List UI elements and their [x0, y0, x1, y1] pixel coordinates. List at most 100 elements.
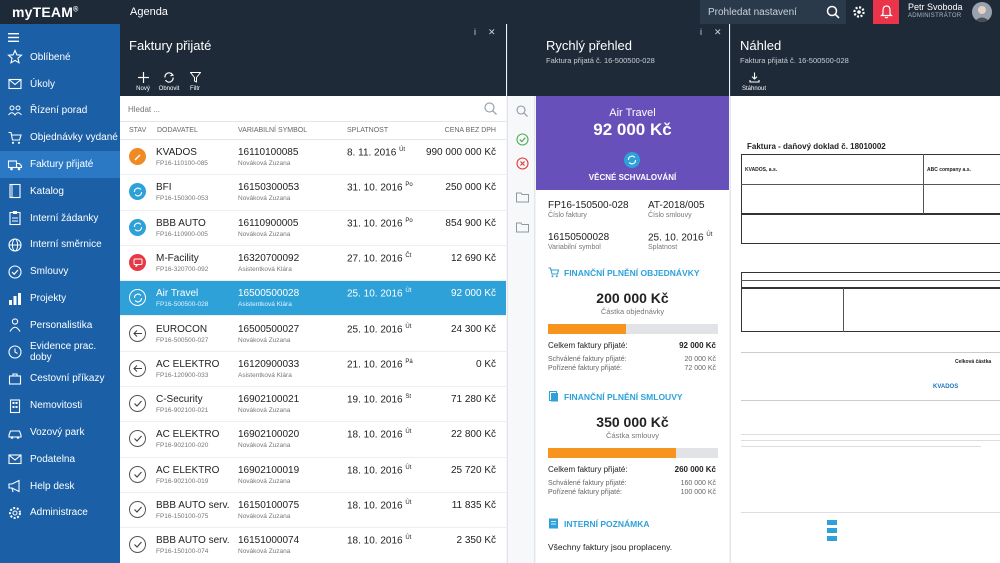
sidebar-item-label: Projekty	[30, 293, 67, 305]
row-due: 18. 10. 2016 Út	[347, 429, 412, 441]
doc-total-label: Celková částka	[955, 359, 992, 365]
doc-customer: ABC company a.s.	[927, 167, 971, 173]
table-row[interactable]: BBB AUTO FP16-110900-005 16110900005 Nováko…	[120, 211, 506, 246]
row-code: FP16-150300-053	[156, 195, 209, 203]
workflow-icon	[129, 183, 146, 201]
bell-icon[interactable]	[873, 0, 899, 24]
sidebar-item-podatelna[interactable]: Podatelna	[0, 446, 120, 473]
search-icon[interactable]	[484, 102, 497, 120]
row-vs: 16500500027	[238, 323, 300, 335]
sidebar-item-label: Řízení porad	[30, 105, 88, 117]
sidebar-item-personalistika[interactable]: Personalistika	[0, 312, 120, 339]
sidebar-item-faktury-prijate[interactable]: Faktury přijaté	[0, 151, 120, 178]
clipboard-icon	[7, 210, 23, 226]
meeting-icon	[7, 103, 23, 119]
download-button[interactable]: Stáhnout	[741, 72, 767, 92]
row-person: Nováková Zuzana	[238, 160, 291, 167]
row-price: 250 000 Kč	[445, 182, 496, 194]
table-row[interactable]: AC ELEKTRO FP16-120900-033 16120900033 Asis…	[120, 352, 506, 388]
sidebar-item-objednavky-vydane[interactable]: Objednávky vydané	[0, 124, 120, 151]
column-vs[interactable]: VARIABILNÍ SYMBOL	[238, 127, 307, 134]
table-row[interactable]: AC ELEKTRO FP16-902100-019 16902100019 Nová…	[120, 458, 506, 493]
sidebar-item-smlouvy[interactable]: Smlouvy	[0, 258, 120, 285]
sidebar-item-ukoly[interactable]: Úkoly	[0, 71, 120, 98]
column-status[interactable]: STAV	[129, 127, 146, 134]
info-icon[interactable]: i	[700, 27, 702, 37]
sidebar-item-nemovitosti[interactable]: Nemovitosti	[0, 392, 120, 419]
row-vs: 16110900005	[238, 217, 299, 229]
due-date: 25. 10. 2016 Út Splatnost	[648, 232, 713, 252]
filter-bar	[120, 96, 506, 122]
new-button[interactable]: Nový	[132, 72, 154, 92]
reject-icon[interactable]	[513, 154, 531, 172]
sidebar-item-rizeni-porad[interactable]: Řízení porad	[0, 98, 120, 125]
app-logo[interactable]: myTEAM®	[12, 4, 78, 20]
row-code: FP16-120900-033	[156, 371, 209, 379]
close-icon[interactable]: ✕	[714, 27, 722, 38]
app-title: Agenda	[130, 6, 168, 18]
table-row[interactable]: EUROCON FP16-500500-027 16500500027 Novákov…	[120, 317, 506, 352]
table-row[interactable]: KVADOS FP16-110100-085 16110100085 Nováková…	[120, 140, 506, 176]
sidebar-item-projekty[interactable]: Projekty	[0, 285, 120, 312]
table-row[interactable]: BFI FP16-150300-053 16150300053 Nováková Zu…	[120, 175, 506, 211]
doc-logo: KVADOS	[933, 384, 959, 390]
row-person: Nováková Zuzana	[238, 407, 291, 415]
quick-state: VĚCNÉ SCHVALOVÁNÍ	[588, 173, 677, 182]
sidebar-item-administrace[interactable]: Administrace	[0, 500, 120, 527]
contract-booked: Pořízené faktury přijaté: 100 000 Kč	[548, 489, 716, 496]
folder-icon[interactable]	[513, 188, 531, 206]
sidebar-item-help-desk[interactable]: Help desk	[0, 473, 120, 500]
gear-icon[interactable]	[848, 2, 870, 22]
table-header: STAV DODAVATEL VARIABILNÍ SYMBOL SPLATNO…	[120, 122, 506, 140]
user-info[interactable]: Petr Svoboda ADMINISTRÁTOR	[908, 3, 963, 21]
sidebar-item-vozovy-park[interactable]: Vozový park	[0, 419, 120, 446]
quick-panel-header: Rychlý přehled Faktura přijatá č. 16-500…	[507, 24, 729, 96]
megaphone-icon	[7, 478, 23, 494]
menu-icon[interactable]	[0, 24, 120, 44]
contract-progress-bar	[548, 448, 718, 458]
note-section-heading: INTERNÍ POZNÁMKA	[548, 518, 649, 529]
column-due[interactable]: SPLATNOST	[347, 127, 388, 134]
info-icon[interactable]: i	[474, 27, 476, 37]
folder-icon[interactable]	[513, 218, 531, 236]
row-due: 27. 10. 2016 Čt	[347, 252, 412, 265]
table-row[interactable]: BBB AUTO serv. FP16-150100-074 16151000074…	[120, 528, 506, 563]
table-row[interactable]: Air Travel FP16-500500-028 16500500028 Asis…	[120, 281, 506, 317]
sidebar-item-evidence-prac-doby[interactable]: Evidence prac. doby	[0, 339, 120, 366]
table-row[interactable]: M-Facility FP16-320700-092 16320700092 Asis…	[120, 246, 506, 282]
filter-input[interactable]	[128, 101, 468, 117]
approve-icon[interactable]	[513, 130, 531, 148]
table-row[interactable]: BBB AUTO serv. FP16-150100-075 16150100075…	[120, 493, 506, 529]
list-panel-header: Faktury přijaté i ✕ Nový Obnovit Filtr	[120, 24, 506, 96]
row-vs: 16500500028	[238, 288, 300, 300]
sidebar-item-interni-smernice[interactable]: Interní směrnice	[0, 232, 120, 259]
row-due: 31. 10. 2016 Po	[347, 217, 413, 229]
column-supplier[interactable]: DODAVATEL	[157, 127, 198, 134]
person-icon	[7, 317, 23, 333]
search-icon[interactable]	[513, 102, 531, 120]
avatar[interactable]	[972, 2, 992, 22]
invoice-number: FP16-150500-028 Číslo faktury	[548, 200, 629, 219]
search-icon[interactable]	[824, 3, 842, 21]
quick-panel-subtitle: Faktura přijatá č. 16-500500-028	[546, 56, 655, 65]
sidebar-item-cestovni-prikazy[interactable]: Cestovní příkazy	[0, 366, 120, 393]
filter-icon	[184, 72, 206, 86]
sidebar-item-interni-zadanky[interactable]: Interní žádanky	[0, 205, 120, 232]
refresh-button[interactable]: Obnovit	[158, 72, 180, 92]
filter-button[interactable]: Filtr	[184, 72, 206, 92]
book-icon	[7, 183, 23, 199]
sidebar-item-label: Podatelna	[30, 453, 76, 465]
sidebar-item-oblibene[interactable]: Oblíbené	[0, 44, 120, 71]
row-code: FP16-500500-028	[156, 301, 209, 309]
sidebar-item-label: Help desk	[30, 480, 75, 492]
row-price: 92 000 Kč	[450, 288, 496, 300]
row-person: Nováková Zuzana	[238, 477, 291, 485]
column-price[interactable]: CENA BEZ DPH	[445, 127, 496, 134]
table-row[interactable]: C-Security FP16-902100-021 16902100021 Nová…	[120, 387, 506, 423]
close-icon[interactable]: ✕	[488, 27, 496, 38]
table-row[interactable]: AC ELEKTRO FP16-902100-020 16902100020 Nová…	[120, 422, 506, 458]
comment-icon	[129, 253, 146, 271]
invoice-document[interactable]: Faktura - daňový doklad č. 18010002 KVAD…	[733, 122, 1000, 563]
sidebar-item-katalog[interactable]: Katalog	[0, 178, 120, 205]
row-person: Nováková Zuzana	[238, 513, 291, 520]
